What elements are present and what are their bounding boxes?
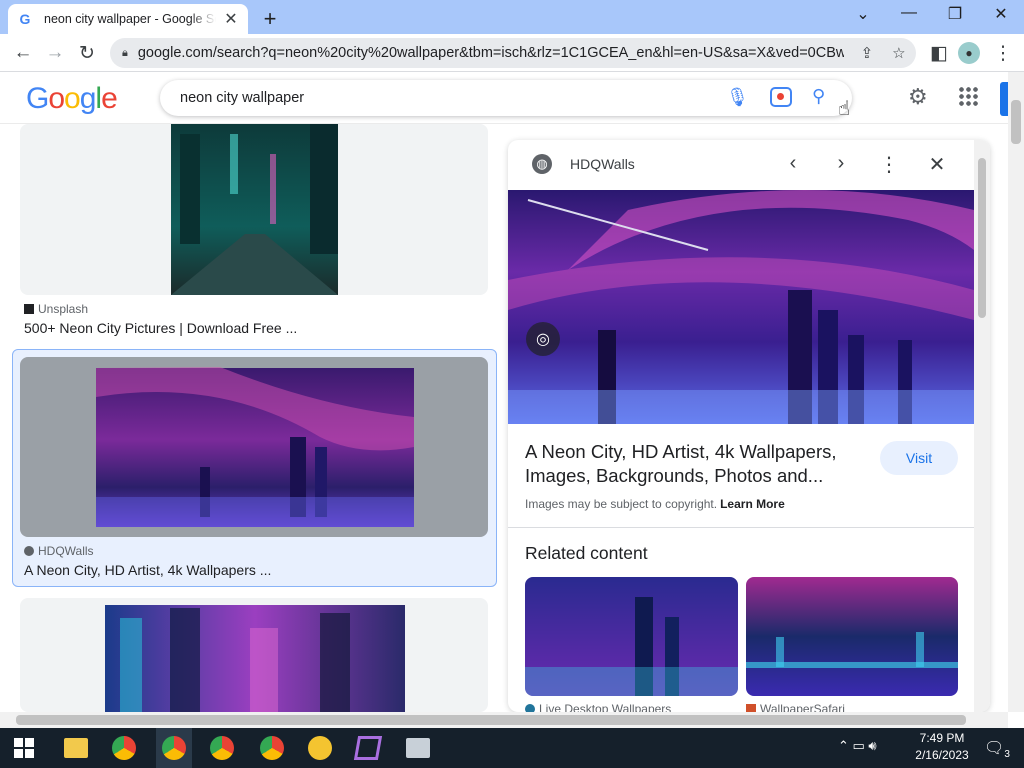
menu-kebab-icon[interactable]: ⋮	[990, 40, 1016, 66]
related-thumbnail-1[interactable]	[525, 577, 738, 696]
file-explorer-icon[interactable]	[64, 738, 88, 758]
url-text[interactable]: google.com/search?q=neon%20city%20wallpa…	[138, 45, 844, 61]
microphone-icon[interactable]: 🎙︎	[726, 87, 749, 108]
bookmark-star-icon[interactable]: ☆	[890, 44, 908, 62]
google-header: Google neon city wallpaper 🎙︎ ⚲	[0, 72, 1008, 124]
panel-image-title[interactable]: A Neon City, HD Artist, 4k Wallpapers, I…	[525, 440, 865, 488]
result-2-thumbnail	[96, 367, 414, 527]
search-icon[interactable]: ⚲	[812, 86, 825, 107]
wordpress-icon	[525, 704, 535, 712]
vertical-scrollbar[interactable]	[1008, 72, 1024, 712]
remote-desktop-icon[interactable]	[406, 738, 430, 758]
side-panel-icon[interactable]: ◧	[926, 40, 952, 66]
result-1-thumbnail	[171, 124, 338, 295]
divider	[508, 527, 974, 528]
google-favicon-icon: G	[19, 11, 31, 27]
image-result-2[interactable]	[20, 357, 488, 537]
related-source-2[interactable]: WallpaperSafari	[746, 702, 845, 712]
google-lens-icon[interactable]	[770, 87, 792, 107]
tab-title: neon city wallpaper - Google Search	[44, 12, 216, 26]
result-3-thumbnail	[105, 605, 405, 712]
image-preview-panel: ◍ HDQWalls ‹ › ⋮ ✕ ◎ A Neon City, HD Art…	[508, 140, 990, 712]
chrome-profile-b-icon[interactable]	[210, 736, 234, 760]
tab-search-icon[interactable]: ⌄	[848, 4, 878, 24]
system-tray-icons[interactable]: ⌃ ▭ 🔊︎	[838, 738, 877, 754]
learn-more-link[interactable]: Learn More	[720, 497, 785, 511]
previous-chevron-icon[interactable]: ‹	[781, 152, 805, 175]
browser-toolbar: ← → ↻ 🔒︎ google.com/search?q=neon%20city…	[0, 34, 1024, 72]
lens-search-icon[interactable]: ◎	[526, 322, 560, 356]
search-box[interactable]: neon city wallpaper 🎙︎ ⚲	[160, 80, 852, 116]
reload-icon[interactable]: ↻	[74, 40, 100, 66]
back-arrow-icon[interactable]: ←	[10, 40, 36, 66]
notification-center-icon[interactable]: 🗨︎3	[984, 738, 1010, 760]
related-content-heading: Related content	[525, 543, 648, 563]
panel-scrollbar-thumb[interactable]	[978, 158, 986, 318]
related-thumbnail-2[interactable]	[746, 577, 958, 696]
result-1-source[interactable]: Unsplash	[24, 302, 88, 316]
search-input[interactable]: neon city wallpaper	[180, 90, 304, 106]
globe-icon	[24, 546, 34, 556]
chrome-icon[interactable]	[112, 736, 136, 760]
google-apps-icon[interactable]	[958, 86, 978, 106]
visit-button[interactable]: Visit	[880, 441, 958, 475]
close-panel-icon[interactable]: ✕	[925, 152, 949, 177]
lock-icon: 🔒︎	[122, 46, 128, 59]
browser-tab[interactable]: G neon city wallpaper - Google Search ✕	[8, 4, 248, 34]
wallpapersafari-icon	[746, 704, 756, 712]
chrome-profile-d-icon[interactable]	[260, 736, 284, 760]
unsplash-logo-icon	[24, 304, 34, 314]
share-icon[interactable]: ⇪	[858, 44, 876, 62]
notification-count: 3	[1004, 749, 1010, 761]
horizontal-scrollbar-thumb[interactable]	[16, 715, 966, 725]
image-result-1[interactable]	[20, 124, 488, 295]
mouse-cursor-icon: ☝	[838, 98, 851, 120]
visual-studio-icon[interactable]	[353, 736, 383, 760]
chrome-profile-icon[interactable]	[162, 736, 186, 760]
result-1-title[interactable]: 500+ Neon City Pictures | Download Free …	[24, 320, 297, 336]
result-2-source[interactable]: HDQWalls	[24, 544, 94, 558]
vertical-scrollbar-thumb[interactable]	[1011, 100, 1021, 144]
google-logo[interactable]: Google	[26, 82, 118, 116]
image-result-3[interactable]	[20, 598, 488, 712]
globe-icon: ◍	[532, 154, 552, 174]
next-chevron-icon[interactable]: ›	[829, 152, 853, 175]
address-bar[interactable]: 🔒︎ google.com/search?q=neon%20city%20wal…	[110, 38, 916, 68]
close-window-button[interactable]: ✕	[986, 4, 1016, 24]
preview-image[interactable]	[508, 190, 974, 424]
forward-arrow-icon[interactable]: →	[42, 40, 68, 66]
chrome-canary-icon[interactable]	[308, 736, 332, 760]
clock-date[interactable]: 2/16/2023	[912, 748, 972, 762]
profile-avatar[interactable]: ●	[958, 42, 980, 64]
title-bar: G neon city wallpaper - Google Search ✕ …	[0, 0, 1024, 34]
panel-source-site[interactable]: HDQWalls	[570, 156, 635, 172]
sign-in-button[interactable]	[1000, 82, 1008, 116]
more-options-icon[interactable]: ⋮	[877, 152, 901, 177]
windows-start-icon[interactable]	[14, 738, 34, 758]
minimize-button[interactable]: —	[894, 4, 924, 22]
restore-button[interactable]: ❐	[940, 4, 970, 24]
settings-gear-icon[interactable]: ⚙	[908, 84, 928, 110]
new-tab-button[interactable]: +	[258, 6, 282, 32]
result-2-title[interactable]: A Neon City, HD Artist, 4k Wallpapers ..…	[24, 562, 271, 578]
tab-close-icon[interactable]: ✕	[222, 9, 240, 29]
copyright-notice: Images may be subject to copyright. Learn…	[525, 497, 785, 511]
related-source-1[interactable]: Live Desktop Wallpapers	[525, 702, 671, 712]
clock-time[interactable]: 7:49 PM	[918, 731, 966, 745]
